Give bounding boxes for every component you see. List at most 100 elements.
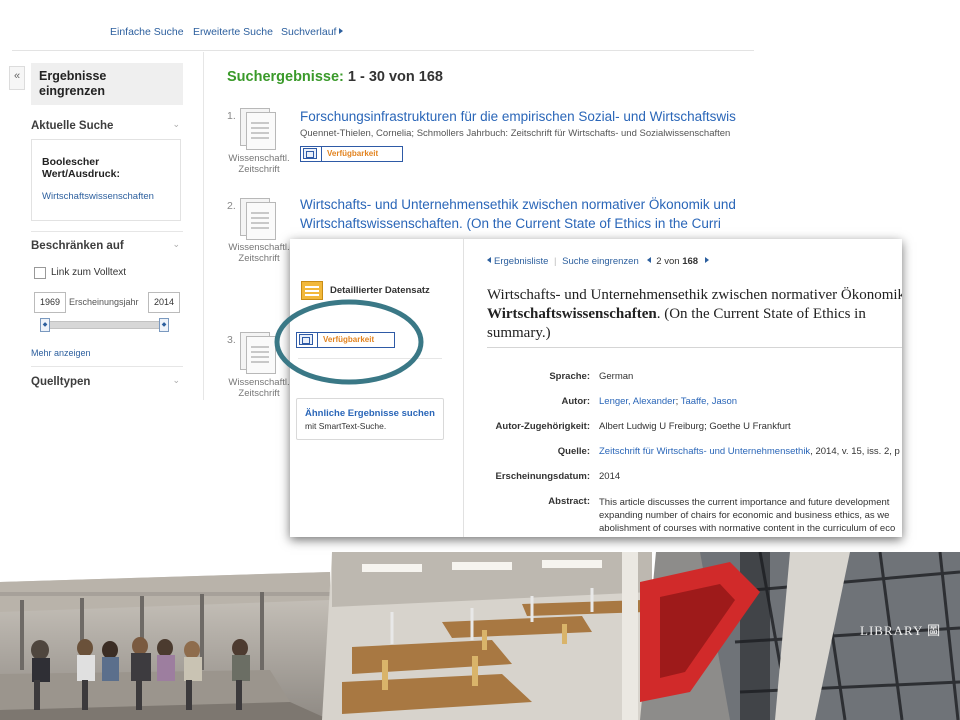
record-total: 168 — [682, 256, 699, 267]
abstract-line: expanding number of chairs for economic … — [599, 510, 890, 521]
source-label: Quelle: — [557, 446, 590, 457]
chevron-down-icon[interactable]: ⌄ — [172, 119, 180, 130]
result-type-line-1: Wissenschaftl. — [228, 153, 290, 164]
chevron-down-icon[interactable]: ⌄ — [172, 375, 180, 386]
result-list-link[interactable]: Ergebnisliste — [494, 256, 548, 267]
journal-document-icon[interactable] — [240, 198, 276, 240]
search-history-link[interactable]: Suchverlauf — [281, 26, 344, 38]
result-title-link[interactable]: Forschungsinfrastrukturen für die empiri… — [300, 107, 754, 126]
record-title-line-1: Wirtschafts- und Unternehmensethik zwisc… — [487, 287, 902, 303]
boolean-value-link[interactable]: Wirtschaftswissenschaften — [42, 191, 154, 202]
date-value: 2014 — [599, 471, 621, 482]
result-number: 1. — [227, 110, 236, 122]
search-history-label: Suchverlauf — [281, 26, 337, 38]
result-title-link[interactable]: Wirtschafts- und Unternehmensethik zwisc… — [300, 195, 754, 233]
slider-handle-left[interactable]: ◆ — [40, 318, 50, 332]
arrow-left-icon[interactable] — [487, 257, 491, 263]
author-value: Lenger, Alexander; Taaffe, Jason — [599, 396, 738, 407]
boolean-label-line-1: Boolescher — [42, 156, 100, 168]
photo-banner: LIBRARY 圖 — [0, 552, 960, 720]
result-type: Wissenschaftl. Zeitschrift — [224, 153, 294, 175]
record-position: 2 — [656, 256, 662, 267]
language-value: German — [599, 371, 634, 382]
detailed-record-link[interactable]: Detaillierter Datensatz — [330, 285, 430, 296]
abstract-line: abolishment of courses with normative co… — [599, 523, 896, 534]
limit-to-title: Beschränken auf — [31, 240, 124, 252]
chevron-down-icon[interactable]: ⌄ — [172, 239, 180, 250]
divider — [31, 231, 183, 232]
similar-results-subtitle: mit SmartText-Suche. — [305, 421, 387, 431]
similar-results-link[interactable]: Ähnliche Ergebnisse suchen — [305, 408, 435, 419]
source-link[interactable]: Zeitschrift für Wirtschafts- und Unterne… — [599, 446, 810, 457]
results-range: 1 - 30 von 168 — [347, 69, 443, 85]
title-divider — [487, 347, 902, 348]
source-types-section[interactable]: Quelltypen ⌄ — [31, 375, 183, 388]
availability-label: Verfügbarkeit — [327, 149, 379, 158]
result-type-line-2: Zeitschrift — [238, 253, 280, 264]
source-types-title: Quelltypen — [31, 376, 91, 388]
library-sign: LIBRARY 圖 — [860, 623, 941, 638]
year-from-input[interactable]: 1969 — [34, 292, 66, 313]
refine-sidebar: Ergebnisse eingrenzen Aktuelle Suche ⌄ B… — [31, 63, 183, 388]
result-title-line-1[interactable]: Wirtschafts- und Unternehmensethik zwisc… — [300, 195, 754, 214]
refine-title-line-2: eingrenzen — [39, 84, 105, 98]
result-meta: Quennet-Thielen, Cornelia; Schmollers Ja… — [300, 128, 731, 139]
year-label: Erscheinungsjahr — [69, 297, 139, 307]
source-details: , 2014, v. 15, iss. 2, p — [810, 446, 900, 457]
show-more-link[interactable]: Mehr anzeigen — [31, 348, 91, 358]
result-number: 3. — [227, 334, 236, 346]
top-navigation: Einfache Suche Erweiterte Suche Suchverl… — [12, 20, 754, 51]
record-navigation: Ergebnisliste | Suche eingrenzen 2 von 1… — [487, 256, 709, 267]
affiliation-value: Albert Ludwig U Freiburg; Goethe U Frank… — [599, 421, 791, 432]
highlight-circle — [274, 299, 424, 385]
record-title-bold: Wirtschaftswissenschaften — [487, 306, 657, 322]
slider-handle-right[interactable]: ◆ — [159, 318, 169, 332]
library-building-photo: LIBRARY 圖 — [640, 552, 960, 720]
refine-title-line-1: Ergebnisse — [39, 69, 107, 83]
similar-results-box[interactable]: Ähnliche Ergebnisse suchen mit SmartText… — [296, 398, 444, 440]
advanced-search-link[interactable]: Erweiterte Suche — [193, 26, 273, 38]
current-search-section[interactable]: Aktuelle Suche ⌄ — [31, 119, 183, 132]
reading-room-photo — [322, 552, 652, 720]
abstract-line: This article discusses the current impor… — [599, 497, 890, 508]
results-heading: Suchergebnisse: 1 - 30 von 168 — [227, 69, 443, 85]
source-value: Zeitschrift für Wirtschafts- und Unterne… — [599, 446, 900, 457]
fulltext-checkbox[interactable] — [34, 267, 46, 279]
refine-results-heading: Ergebnisse eingrenzen — [31, 63, 183, 105]
current-search-title: Aktuelle Suche — [31, 120, 114, 132]
limit-to-section[interactable]: Beschränken auf ⌄ — [31, 239, 183, 252]
boolean-label: Boolescher Wert/Ausdruck: — [42, 156, 162, 180]
arrow-right-icon — [339, 28, 344, 34]
button-separator — [321, 147, 322, 161]
year-to-input[interactable]: 2014 — [148, 292, 180, 313]
author-link[interactable]: Taaffe, Jason — [681, 396, 737, 407]
boolean-label-line-2: Wert/Ausdruck: — [42, 168, 120, 180]
refine-search-link[interactable]: Suche eingrenzen — [562, 256, 639, 267]
year-range-slider[interactable] — [41, 321, 167, 329]
record-title-rest: . (On the Current State of Ethics in — [656, 306, 866, 322]
previous-record-icon[interactable] — [646, 257, 651, 263]
author-label: Autor: — [561, 396, 591, 407]
fulltext-label[interactable]: Link zum Volltext — [51, 267, 126, 278]
record-title: Wirtschafts- und Unternehmensethik zwisc… — [487, 286, 902, 343]
next-record-icon[interactable] — [704, 257, 709, 263]
availability-icon — [303, 148, 317, 159]
students-campus-photo — [0, 572, 330, 720]
content-divider — [203, 52, 204, 400]
current-search-box: Boolescher Wert/Ausdruck: Wirtschaftswis… — [31, 139, 181, 221]
abstract-label: Abstract: — [548, 496, 590, 507]
availability-button[interactable]: Verfügbarkeit — [300, 146, 403, 162]
simple-search-link[interactable]: Einfache Suche — [110, 26, 184, 38]
language-label: Sprache: — [549, 371, 590, 382]
record-title-line-3: summary.) — [487, 325, 551, 341]
nav-separator: | — [554, 256, 557, 267]
result-title-line-2[interactable]: Wirtschaftswissenschaften. (On the Curre… — [300, 214, 754, 233]
journal-document-icon[interactable] — [240, 108, 276, 150]
result-number: 2. — [227, 200, 236, 212]
results-heading-label: Suchergebnisse: — [227, 69, 344, 85]
collapse-sidebar-button[interactable]: « — [9, 66, 25, 90]
date-label: Erscheinungsdatum: — [495, 471, 591, 482]
author-link[interactable]: Lenger, Alexander — [599, 396, 676, 407]
panel-divider — [463, 239, 464, 537]
result-type: Wissenschaftl. Zeitschrift — [224, 242, 294, 264]
